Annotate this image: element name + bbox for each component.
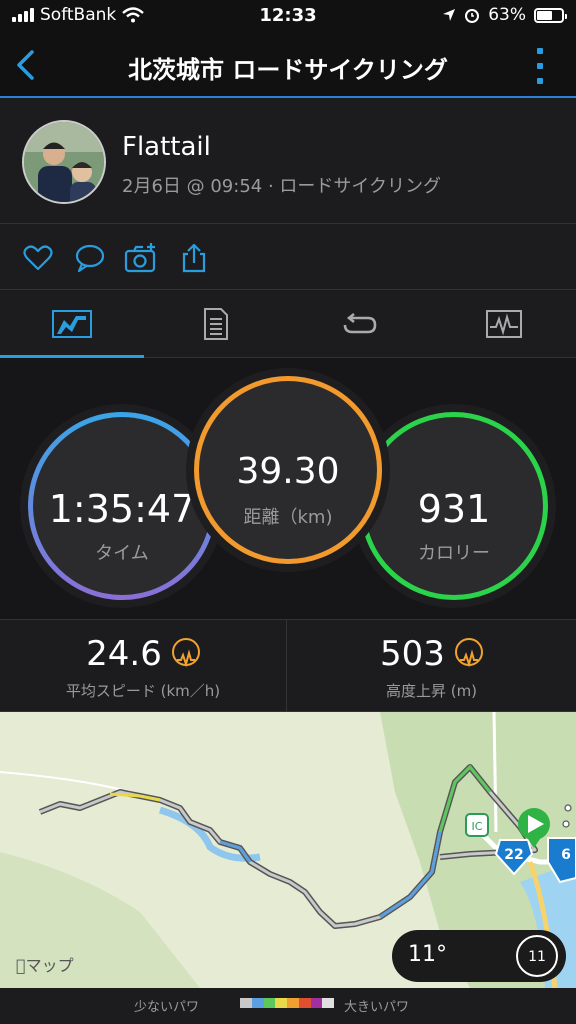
avg-speed-label: 平均スピード (km／h) bbox=[65, 682, 221, 700]
legend-swatch bbox=[322, 998, 334, 1008]
time-circle: 1:35:47 タイム bbox=[28, 412, 216, 600]
share-button[interactable] bbox=[178, 242, 210, 274]
comment-icon bbox=[75, 244, 105, 273]
tab-overview[interactable] bbox=[0, 290, 144, 358]
legend-color-bar bbox=[240, 998, 334, 1008]
like-button[interactable] bbox=[22, 242, 54, 274]
ascent-cell[interactable]: 503 高度上昇 (m) bbox=[288, 620, 575, 712]
comment-button[interactable] bbox=[74, 242, 106, 274]
legend-swatch bbox=[263, 998, 276, 1008]
location-icon bbox=[443, 9, 456, 21]
maps-attribution: マップ bbox=[16, 952, 74, 976]
camera-icon bbox=[124, 243, 156, 273]
more-dot-icon bbox=[537, 78, 543, 84]
legend-swatch bbox=[240, 998, 252, 1008]
chart-icon bbox=[486, 310, 522, 338]
status-right: 63% bbox=[442, 5, 567, 25]
wind-indicator: 11 bbox=[516, 935, 558, 977]
route-22-label: 22 bbox=[504, 847, 523, 863]
more-dot-icon bbox=[537, 63, 543, 69]
ascent-value: 503 bbox=[380, 634, 445, 674]
avatar-photo bbox=[24, 122, 104, 202]
avg-speed-cell[interactable]: 24.6 平均スピード (km／h) bbox=[0, 620, 287, 712]
legend-swatch bbox=[298, 998, 311, 1008]
route-map[interactable]: IC 22 6 マップ 11° 11 bbox=[0, 712, 576, 988]
user-name[interactable]: Flattail bbox=[122, 132, 211, 162]
ascent-label: 高度上昇 (m) bbox=[385, 682, 478, 700]
share-icon bbox=[182, 243, 206, 273]
tab-laps[interactable] bbox=[288, 290, 432, 358]
avg-speed-value: 24.6 bbox=[86, 634, 162, 674]
calories-label: カロリー bbox=[418, 543, 490, 564]
document-icon bbox=[204, 308, 228, 340]
overview-icon bbox=[52, 310, 92, 338]
distance-value: 39.30 bbox=[236, 451, 340, 492]
avatar[interactable] bbox=[22, 120, 106, 204]
power-legend: 少ないパワ 大きいパワ bbox=[0, 988, 576, 1024]
more-dot-icon bbox=[537, 48, 543, 54]
wind-speed-label: 11 bbox=[528, 949, 546, 965]
legend-swatch bbox=[287, 998, 299, 1008]
pulse-icon bbox=[171, 637, 200, 667]
action-row bbox=[0, 224, 576, 290]
activity-header: Flattail 2月6日 @ 09:54 · ロードサイクリング bbox=[0, 100, 576, 224]
legend-swatch bbox=[310, 998, 323, 1008]
tab-details[interactable] bbox=[144, 290, 288, 358]
laps-icon bbox=[343, 312, 377, 334]
battery-icon bbox=[534, 7, 567, 23]
ascent-row: 503 bbox=[288, 634, 575, 674]
stats-panel: 1:35:47 タイム 931 カロリー 39.30 距離（km) bbox=[0, 358, 576, 620]
more-options-button[interactable] bbox=[532, 48, 548, 84]
maps-provider-label: マップ bbox=[16, 956, 74, 975]
legend-swatch bbox=[275, 998, 287, 1008]
ic-marker-label: IC bbox=[472, 820, 483, 833]
distance-circle: 39.30 距離（km) bbox=[194, 376, 382, 564]
avg-speed-row: 24.6 bbox=[0, 634, 286, 674]
temperature-label: 11° bbox=[408, 942, 447, 967]
tab-bar bbox=[0, 290, 576, 358]
heart-icon bbox=[23, 245, 53, 271]
tab-charts[interactable] bbox=[432, 290, 576, 358]
time-value: 1:35:47 bbox=[48, 487, 196, 531]
distance-label: 距離（km) bbox=[243, 507, 333, 528]
activity-subtitle: 2月6日 @ 09:54 · ロードサイクリング bbox=[122, 176, 442, 197]
legend-low-label: 少ないパワ bbox=[134, 1000, 200, 1015]
summary-row: 24.6 平均スピード (km／h) 503 高度上昇 (m) bbox=[0, 620, 576, 712]
add-photo-button[interactable] bbox=[124, 242, 158, 274]
status-bar: SoftBank 12:33 63% bbox=[0, 0, 576, 34]
legend-high-label: 大きいパワ bbox=[344, 1000, 410, 1015]
weather-badge[interactable]: 11° 11 bbox=[392, 930, 566, 982]
route-6-label: 6 bbox=[561, 847, 571, 863]
alarm-icon bbox=[465, 9, 480, 23]
pulse-icon bbox=[454, 637, 483, 667]
calories-value: 931 bbox=[417, 487, 491, 531]
calories-circle: 931 カロリー bbox=[360, 412, 548, 600]
navigation-bar: 北茨城市 ロードサイクリング bbox=[0, 34, 576, 98]
time-label: タイム bbox=[95, 543, 149, 564]
legend-swatch bbox=[251, 998, 264, 1008]
battery-percent: 63% bbox=[488, 5, 526, 25]
apple-logo-icon:  bbox=[16, 956, 26, 975]
page-title: 北茨城市 ロードサイクリング bbox=[128, 56, 448, 84]
